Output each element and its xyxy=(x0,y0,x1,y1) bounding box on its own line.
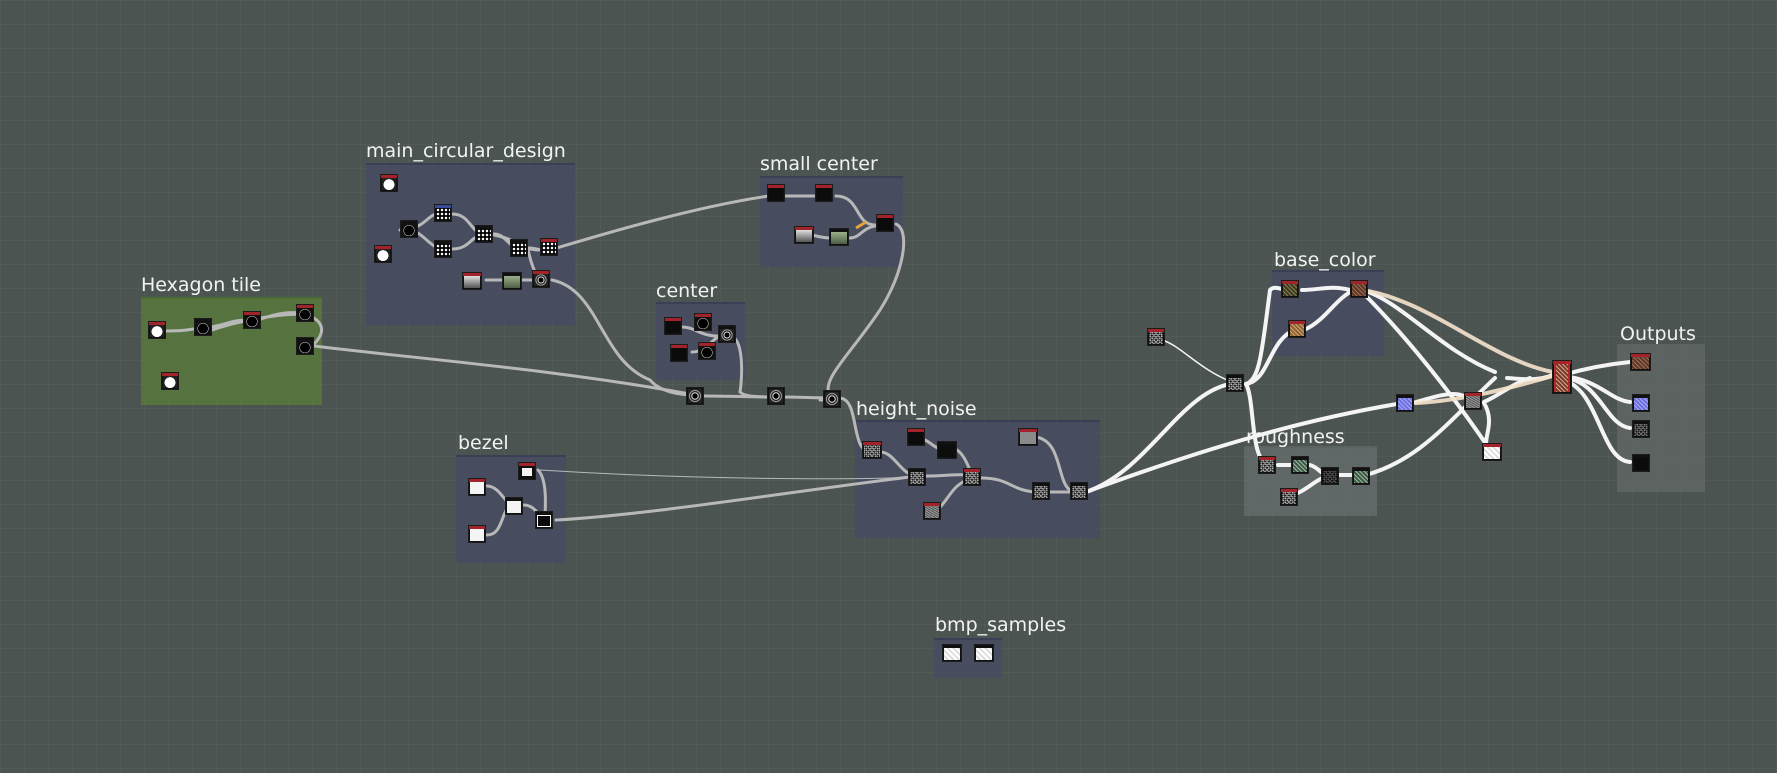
node-normal-blue[interactable] xyxy=(1396,394,1414,412)
node-rough-2[interactable] xyxy=(1291,456,1309,474)
node-height-blend-1[interactable] xyxy=(908,468,926,486)
node-height-black[interactable] xyxy=(907,428,925,446)
frame-title-bezel: bezel xyxy=(458,432,509,454)
node-center-shape-1[interactable] xyxy=(664,317,682,335)
frame-title-small-center: small center xyxy=(760,153,878,175)
frame-title-main-circular-design: main_circular_design xyxy=(366,140,566,162)
node-height-levels[interactable] xyxy=(937,441,957,459)
node-hexagon-tile-gen[interactable] xyxy=(296,304,314,322)
node-main-pattern-2[interactable] xyxy=(434,240,452,258)
node-hexagon-transform[interactable] xyxy=(243,311,261,329)
node-main-blend-3[interactable] xyxy=(510,239,528,257)
node-output-roughness[interactable] xyxy=(1632,420,1650,438)
node-rough-5[interactable] xyxy=(1352,467,1370,485)
node-blend-b[interactable] xyxy=(767,387,785,405)
node-bmp-sample-2[interactable] xyxy=(974,644,994,662)
node-material-blend[interactable] xyxy=(1552,360,1572,394)
node-center-shape-3[interactable] xyxy=(670,344,688,362)
frame-title-height-noise: height_noise xyxy=(856,398,977,420)
frame-title-outputs: Outputs xyxy=(1620,323,1696,345)
node-hexagon-shape-2[interactable] xyxy=(161,372,179,390)
node-rough-1[interactable] xyxy=(1258,456,1276,474)
node-main-blend-2[interactable] xyxy=(475,225,493,243)
node-noise-input[interactable] xyxy=(1147,328,1165,346)
node-blend-a[interactable] xyxy=(686,387,704,405)
node-hexagon-blend[interactable] xyxy=(194,318,212,336)
node-base-color-3[interactable] xyxy=(1288,320,1306,338)
node-small-shape-2[interactable] xyxy=(815,184,833,202)
node-height-noise-2[interactable] xyxy=(923,502,941,520)
node-main-levels[interactable] xyxy=(502,272,522,290)
node-small-output[interactable] xyxy=(876,214,894,232)
node-output-metallic[interactable] xyxy=(1632,454,1650,472)
node-small-shape-1[interactable] xyxy=(767,184,785,202)
node-output-normal[interactable] xyxy=(1632,394,1650,412)
node-hexagon-shape[interactable] xyxy=(148,321,166,339)
node-height-blend-2[interactable] xyxy=(963,468,981,486)
node-main-shape-2[interactable] xyxy=(374,245,392,263)
node-main-blend-1[interactable] xyxy=(400,220,418,238)
node-normal-1[interactable] xyxy=(1226,374,1244,392)
node-center-blend[interactable] xyxy=(718,325,736,343)
node-height-output[interactable] xyxy=(1070,482,1088,500)
node-center-shape-4[interactable] xyxy=(698,342,716,360)
frame-title-base-color: base_color xyxy=(1274,249,1376,271)
node-output-basecolor[interactable] xyxy=(1630,353,1651,371)
node-main-pattern-1[interactable] xyxy=(434,204,452,222)
node-base-color-1[interactable] xyxy=(1281,280,1299,298)
node-bezel-blend[interactable] xyxy=(505,497,523,515)
node-base-color-2[interactable] xyxy=(1350,280,1368,298)
node-bezel-shape-2[interactable] xyxy=(468,525,486,543)
frame-title-center: center xyxy=(656,280,718,302)
node-bezel-shape-1[interactable] xyxy=(468,478,486,496)
node-bezel-shape-3[interactable] xyxy=(518,462,536,480)
frame-title-roughness: roughness xyxy=(1246,426,1345,448)
node-rough-3[interactable] xyxy=(1280,488,1298,506)
node-bmp-sample-1[interactable] xyxy=(942,644,962,662)
node-blend-c[interactable] xyxy=(823,390,841,408)
frame-title-hexagon-tile: Hexagon tile xyxy=(141,274,261,296)
node-mix-pale[interactable] xyxy=(1482,443,1502,461)
node-main-shape-1[interactable] xyxy=(380,174,398,192)
frame-title-bmp-samples: bmp_samples xyxy=(935,614,1067,636)
node-height-gray[interactable] xyxy=(1018,428,1038,446)
node-mix-gray[interactable] xyxy=(1464,392,1482,410)
node-height-noise-1[interactable] xyxy=(862,441,882,459)
node-small-gradient[interactable] xyxy=(794,226,814,244)
node-hexagon-output[interactable] xyxy=(296,337,314,355)
node-center-shape-2[interactable] xyxy=(694,313,712,331)
node-main-gradient[interactable] xyxy=(462,272,482,290)
node-graph-canvas[interactable]: Hexagon tile main_circular_design small … xyxy=(0,0,1777,773)
node-small-levels[interactable] xyxy=(829,228,849,246)
node-rough-4[interactable] xyxy=(1321,467,1339,485)
node-bezel-output[interactable] xyxy=(535,511,553,529)
node-main-pattern-3[interactable] xyxy=(540,238,558,256)
node-main-output[interactable] xyxy=(532,270,550,288)
node-height-blend-3[interactable] xyxy=(1032,482,1050,500)
